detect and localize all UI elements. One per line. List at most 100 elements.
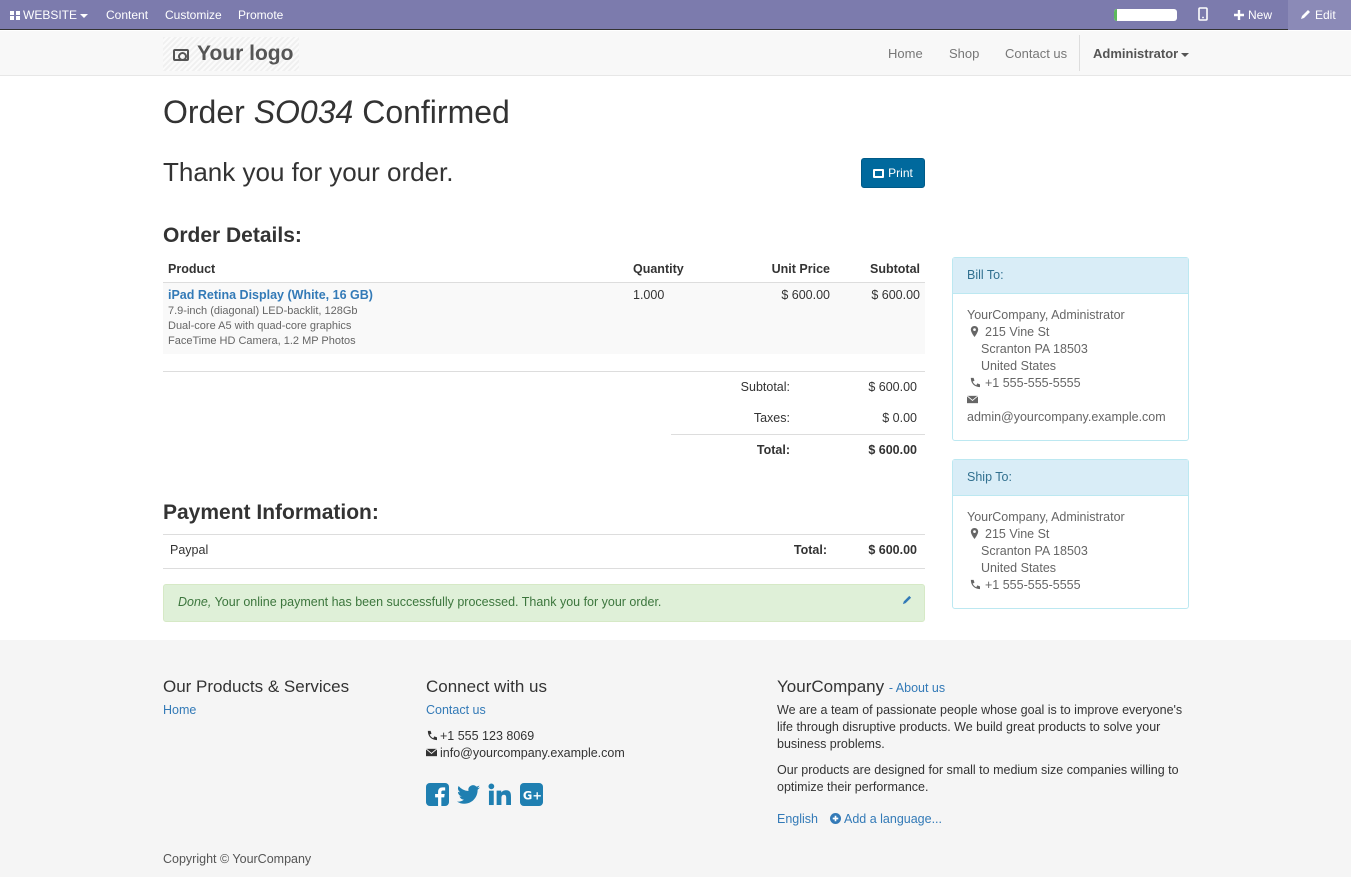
order-details-heading: Order Details: <box>163 224 302 247</box>
taxes-value: $ 0.00 <box>882 411 917 425</box>
page-title: Order SO034 Confirmed <box>163 94 510 130</box>
payment-row-divider <box>163 568 925 569</box>
promote-menu[interactable]: Promote <box>238 0 283 30</box>
bill-phone: +1 555-555-5555 <box>985 376 1081 390</box>
phone-icon <box>427 730 437 741</box>
order-lines-table: Product Quantity Unit Price Subtotal iPa… <box>163 257 925 354</box>
col-subtotal: Subtotal <box>835 257 925 283</box>
camera-icon <box>173 49 189 61</box>
phone-icon <box>970 377 980 388</box>
table-header-row: Product Quantity Unit Price Subtotal <box>163 257 925 283</box>
payment-success-alert: Done, Your online payment has been succe… <box>163 584 925 622</box>
user-menu[interactable]: Administrator <box>1093 31 1190 76</box>
language-english[interactable]: English <box>777 811 818 828</box>
pencil-icon[interactable] <box>902 595 912 605</box>
progress-fill <box>1114 9 1118 21</box>
site-navbar: Your logo Home Shop Contact us Administr… <box>0 31 1351 76</box>
bill-city: Scranton PA 18503 <box>981 342 1088 356</box>
nav-home[interactable]: Home <box>888 31 923 76</box>
payment-total-value: $ 600.00 <box>868 543 917 557</box>
google-plus-icon[interactable]: G+ <box>520 783 543 806</box>
plus-circle-icon <box>830 813 841 824</box>
site-logo[interactable]: Your logo <box>163 37 299 71</box>
website-menu[interactable]: WEBSITE <box>10 0 89 30</box>
about-us-link[interactable]: - About us <box>889 681 945 695</box>
envelope-icon <box>967 395 978 404</box>
total-label: Total: <box>756 443 790 457</box>
bill-street: 215 Vine St <box>985 325 1050 339</box>
bill-country: United States <box>981 359 1057 373</box>
footer-about-paragraph-2: Our products are designed for small to m… <box>777 763 1179 794</box>
nav-divider <box>1079 35 1080 71</box>
payment-heading: Payment Information: <box>163 501 379 524</box>
site-footer <box>0 640 1351 877</box>
subtotal-value: $ 600.00 <box>868 380 917 394</box>
envelope-icon <box>426 748 437 757</box>
add-language-link[interactable]: Add a language... <box>830 811 942 828</box>
facebook-icon[interactable] <box>426 783 449 806</box>
subtotal-label: Subtotal: <box>740 380 790 394</box>
ship-phone: +1 555-555-5555 <box>985 578 1081 592</box>
map-marker-icon <box>970 528 979 539</box>
customize-menu[interactable]: Customize <box>165 0 222 30</box>
col-unit-price: Unit Price <box>718 257 835 283</box>
phone-icon <box>970 579 980 590</box>
taxes-label: Taxes: <box>753 411 790 425</box>
admin-bar: WEBSITE Content Customize Promote New Ed… <box>0 0 1351 30</box>
apps-grid-icon <box>10 11 20 20</box>
payment-total-label: Total: <box>793 543 827 557</box>
payment-method: Paypal <box>170 543 209 557</box>
product-description: 7.9-inch (diagonal) LED-backlit, 128Gb D… <box>168 304 358 347</box>
ship-street: 215 Vine St <box>985 527 1050 541</box>
linkedin-icon[interactable] <box>488 783 511 806</box>
map-marker-icon <box>970 326 979 337</box>
print-icon <box>873 169 885 178</box>
footer-contact-link[interactable]: Contact us <box>426 702 486 719</box>
table-row: iPad Retina Display (White, 16 GB) 7.9-i… <box>163 282 925 354</box>
pencil-icon <box>1301 10 1310 19</box>
nav-contact[interactable]: Contact us <box>1005 31 1067 76</box>
total-divider <box>671 434 925 435</box>
product-link[interactable]: iPad Retina Display (White, 16 GB) <box>168 288 623 302</box>
ship-to-title: Ship To: <box>953 460 1188 496</box>
footer-phone: +1 555 123 8069 <box>426 728 534 745</box>
ship-name: YourCompany, Administrator <box>967 510 1125 524</box>
payment-divider <box>163 534 925 535</box>
totals-divider <box>163 371 925 372</box>
content-menu[interactable]: Content <box>106 0 148 30</box>
footer-email: info@yourcompany.example.com <box>426 745 625 762</box>
footer-connect-heading: Connect with us <box>426 677 547 696</box>
bill-email: admin@yourcompany.example.com <box>967 410 1166 424</box>
ship-to-panel: Ship To: YourCompany, Administrator 215 … <box>952 459 1189 609</box>
chevron-down-icon <box>80 13 89 18</box>
mobile-icon <box>1198 7 1208 21</box>
col-quantity: Quantity <box>628 257 718 283</box>
quantity-cell: 1.000 <box>628 282 718 354</box>
bill-name: YourCompany, Administrator <box>967 308 1125 322</box>
new-button[interactable]: New <box>1234 0 1272 30</box>
edit-button[interactable]: Edit <box>1288 0 1351 30</box>
order-reference: SO034 <box>253 94 354 130</box>
plus-icon <box>1234 10 1244 20</box>
bill-to-panel: Bill To: YourCompany, Administrator 215 … <box>952 257 1189 441</box>
chevron-down-icon <box>1181 52 1190 57</box>
col-product: Product <box>163 257 628 283</box>
print-button[interactable]: Print <box>861 158 925 188</box>
total-value: $ 600.00 <box>868 443 917 457</box>
footer-about-paragraph-1: We are a team of passionate people whose… <box>777 703 1183 751</box>
unit-price-cell: $ 600.00 <box>718 282 835 354</box>
footer-home-link[interactable]: Home <box>163 702 196 719</box>
footer-products-heading: Our Products & Services <box>163 677 350 696</box>
mobile-preview-button[interactable] <box>1198 0 1208 30</box>
copyright: Copyright © YourCompany <box>163 852 312 866</box>
nav-shop[interactable]: Shop <box>949 31 979 76</box>
bill-to-title: Bill To: <box>953 258 1188 294</box>
ship-city: Scranton PA 18503 <box>981 544 1088 558</box>
thank-you-message: Thank you for your order. <box>163 157 454 187</box>
svg-text:G+: G+ <box>523 788 542 802</box>
progress-bar <box>1114 9 1177 21</box>
twitter-icon[interactable] <box>457 783 480 806</box>
footer-company-heading: YourCompany - About us <box>777 677 946 696</box>
subtotal-cell: $ 600.00 <box>835 282 925 354</box>
ship-country: United States <box>981 561 1057 575</box>
